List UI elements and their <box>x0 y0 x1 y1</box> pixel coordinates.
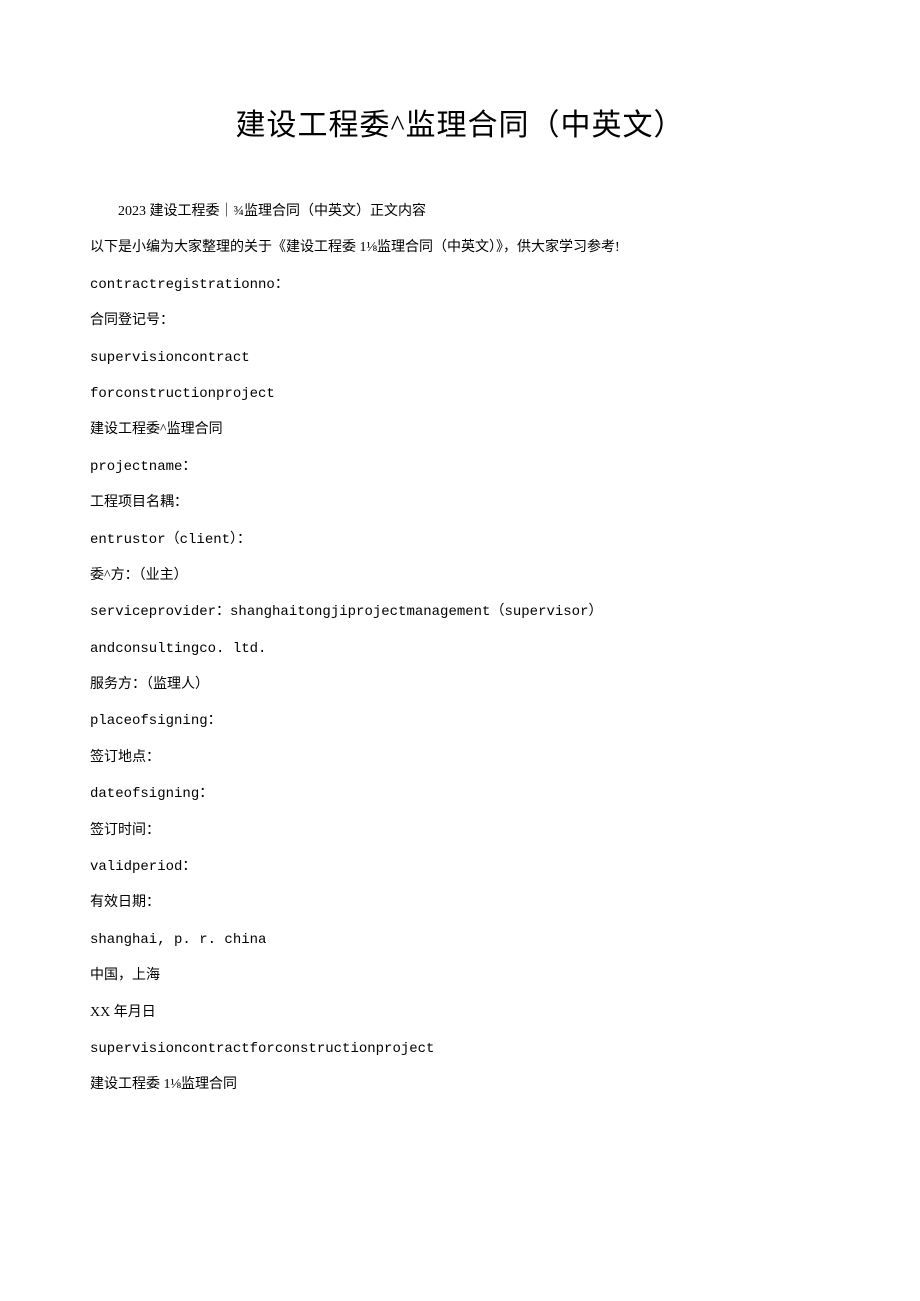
body-line-21: XX 年月日 <box>90 995 830 1031</box>
document-title: 建设工程委^监理合同（中英文） <box>90 100 830 144</box>
body-line-3: supervisioncontract <box>90 340 830 376</box>
body-line-6: projectname： <box>90 449 830 485</box>
body-line-9: 委^方：（业主） <box>90 558 830 594</box>
body-line-13: placeofsigning： <box>90 703 830 739</box>
body-line-22: supervisioncontractforconstructionprojec… <box>90 1031 830 1067</box>
body-line-4: forconstructionproject <box>90 376 830 412</box>
body-line-7: 工程项目名耦： <box>90 485 830 521</box>
body-line-20: 中国，上海 <box>90 958 830 994</box>
body-line-11: andconsultingco. ltd. <box>90 631 830 667</box>
body-line-1: contractregistrationno： <box>90 267 830 303</box>
body-line-8: entrustor（client）： <box>90 522 830 558</box>
body-line-15: dateofsigning： <box>90 776 830 812</box>
body-line-2: 合同登记号： <box>90 303 830 339</box>
body-line-16: 签订时间： <box>90 813 830 849</box>
body-line-5: 建设工程委^监理合同 <box>90 412 830 448</box>
body-line-14: 签订地点： <box>90 740 830 776</box>
body-line-10: serviceprovider：shanghaitongjiprojectman… <box>90 594 830 630</box>
body-line-19: shanghai, p. r. china <box>90 922 830 958</box>
body-line-23: 建设工程委 1⅛监理合同 <box>90 1067 830 1103</box>
body-line-0: 以下是小编为大家整理的关于《建设工程委 1⅛监理合同（中英文）》，供大家学习参考… <box>90 230 830 266</box>
body-line-17: validperiod： <box>90 849 830 885</box>
body-line-12: 服务方：（监理人） <box>90 667 830 703</box>
body-line-18: 有效日期： <box>90 885 830 921</box>
intro-paragraph: 2023 建设工程委｜¾监理合同（中英文）正文内容 <box>90 194 830 230</box>
